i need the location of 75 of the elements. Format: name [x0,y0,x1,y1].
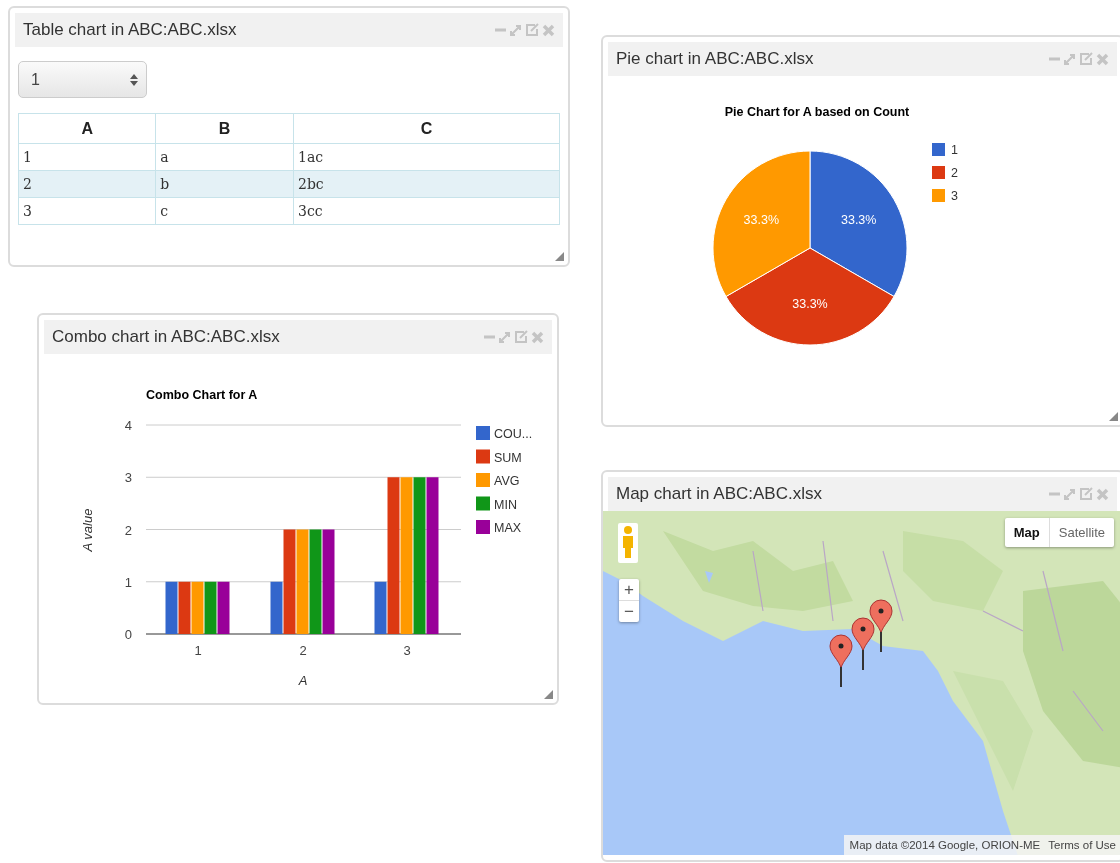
select-field[interactable]: 1 [18,61,147,98]
bar [191,581,204,634]
edit-icon[interactable] [525,23,539,37]
minimize-icon[interactable] [495,28,506,32]
bar [217,581,230,634]
expand-icon[interactable] [1063,487,1076,501]
legend-label: COU... [494,427,533,441]
table-cell: 1ac [293,143,560,171]
expand-icon[interactable] [1063,52,1076,66]
map-type-button[interactable]: Map [1004,518,1049,547]
close-icon[interactable] [542,23,555,37]
close-icon[interactable] [531,330,544,344]
axis-tick-label: 4 [124,418,132,433]
edit-icon[interactable] [514,330,528,344]
legend-label: MAX [494,521,522,535]
expand-icon[interactable] [498,330,511,344]
resize-handle-icon[interactable] [555,252,564,261]
minimize-icon[interactable] [1049,492,1060,496]
widget-title: Map chart in ABC:ABC.xlsx [616,484,822,504]
map-attribution: Map data ©2014 Google, ORION-ME [849,839,1041,851]
map-pin-icon[interactable] [851,617,875,671]
legend-label: 1 [951,143,958,157]
close-icon[interactable] [1096,52,1109,66]
table-cell: a [155,143,294,171]
column-header: C [293,113,560,144]
map-pin-icon[interactable] [829,634,853,688]
table-cell: 3cc [293,197,560,225]
column-header: B [155,113,294,144]
table-cell: b [155,170,294,198]
column-header: A [18,113,156,144]
legend-label: AVG [494,474,520,488]
slice-label: 33.3% [743,212,779,227]
bar [178,581,191,634]
widget-title: Combo chart in ABC:ABC.xlsx [52,327,280,347]
widget-title: Pie chart in ABC:ABC.xlsx [616,49,814,69]
axis-tick-label: 2 [299,643,307,658]
chart-title: Pie Chart for A based on Count [724,105,910,119]
axis-tick-label: 0 [124,627,132,642]
table-cell: 2bc [293,170,560,198]
table-cell: 1 [18,143,156,171]
minimize-icon[interactable] [1049,57,1060,61]
bar [204,581,217,634]
resize-handle-icon[interactable] [1109,412,1118,421]
axis-tick-label: 1 [124,574,132,590]
edit-icon[interactable] [1079,52,1093,66]
map-pin-icon[interactable] [869,599,893,653]
terms-link[interactable]: Terms of Use [1048,839,1116,851]
bar [165,581,178,634]
axis-tick-label: 3 [403,643,411,658]
table-cell: 3 [18,197,156,225]
axis-tick-label: 1 [194,643,202,658]
edit-icon[interactable] [1079,487,1093,501]
table-cell: 2 [18,170,156,198]
widget-title: Table chart in ABC:ABC.xlsx [23,20,237,40]
axis-tick-label: 3 [124,470,132,486]
expand-icon[interactable] [509,23,522,37]
resize-handle-icon[interactable] [544,690,553,699]
slice-label: 33.3% [841,212,877,227]
chart-title: Combo Chart for A [146,388,258,402]
updown-caret-icon [130,73,138,86]
close-icon[interactable] [1096,487,1109,501]
axis-label: A [298,673,308,688]
zoom-button[interactable]: + [619,579,639,600]
person-icon[interactable] [618,523,638,563]
axis-tick-label: 2 [124,522,132,538]
legend-label: MIN [494,497,517,512]
map-type-button[interactable]: Satellite [1048,518,1114,547]
zoom-button[interactable]: − [619,600,639,622]
minimize-icon[interactable] [484,335,495,339]
table-cell: c [155,197,294,225]
legend-label: 3 [951,189,958,203]
legend-label: SUM [494,450,522,465]
legend-label: 2 [951,166,958,180]
axis-label: A value [80,508,95,552]
slice-label: 33.3% [792,297,828,312]
